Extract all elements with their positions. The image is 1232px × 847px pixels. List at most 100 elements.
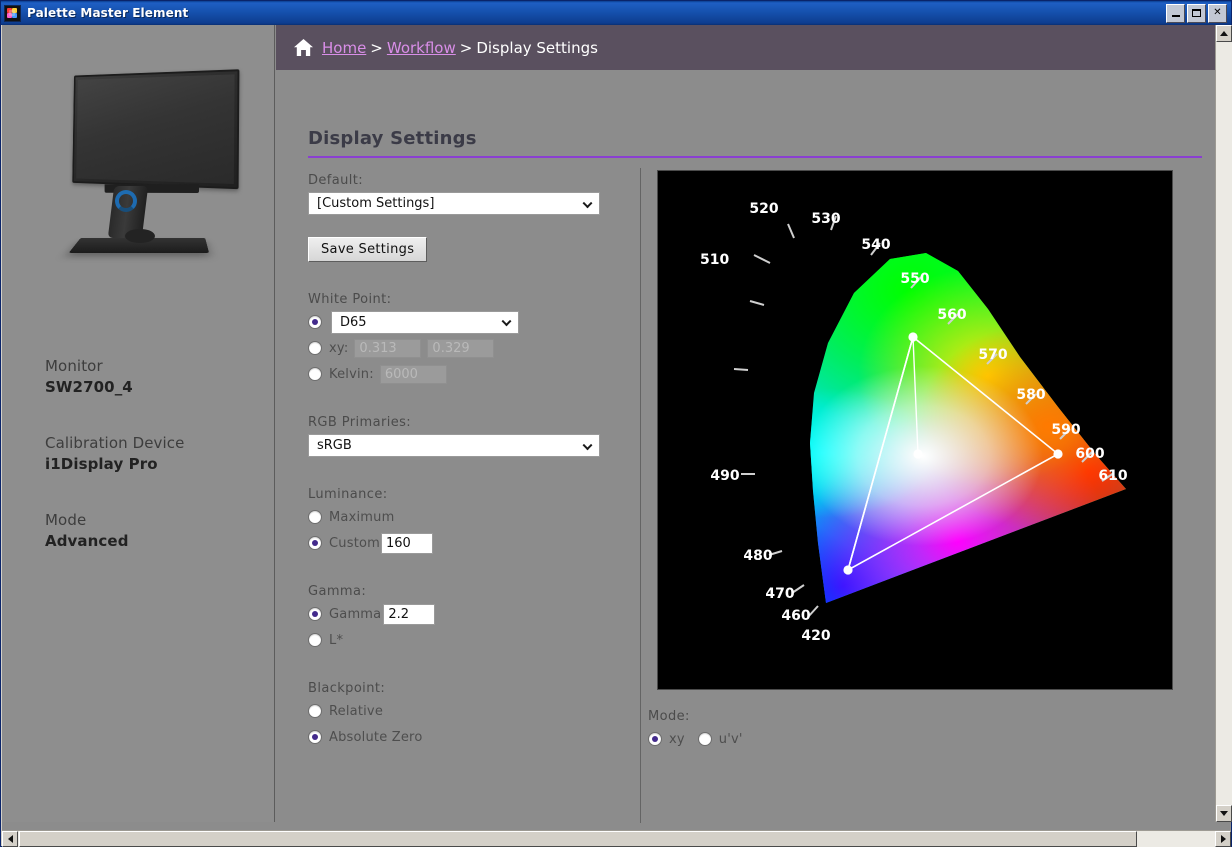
white-point-xy-radio[interactable] bbox=[308, 341, 322, 355]
sidebar-info-mode: Mode Advanced bbox=[45, 510, 129, 552]
cie-mode-xy-label: xy bbox=[669, 731, 685, 747]
luminance-custom-radio[interactable] bbox=[308, 536, 322, 550]
breadcrumb-current: Display Settings bbox=[476, 38, 598, 57]
gamma-radio[interactable] bbox=[308, 607, 322, 621]
rgb-primaries-value: sRGB bbox=[317, 438, 352, 453]
close-button[interactable]: ✕ bbox=[1208, 3, 1227, 23]
window-title: Palette Master Element bbox=[27, 6, 189, 20]
page-title: Display Settings bbox=[308, 128, 477, 149]
save-settings-button[interactable]: Save Settings bbox=[308, 237, 428, 262]
wavelength-label: 550 bbox=[900, 271, 929, 287]
luminance-custom-input[interactable]: 160 bbox=[381, 532, 434, 554]
cie-mode-label: Mode: bbox=[648, 709, 690, 724]
scroll-left-button[interactable] bbox=[2, 831, 18, 847]
blackpoint-label: Blackpoint: bbox=[308, 681, 386, 696]
wavelength-label: 570 bbox=[978, 347, 1007, 363]
white-point-marker bbox=[913, 449, 923, 459]
chevron-down-icon bbox=[582, 197, 593, 208]
wavelength-label: 490 bbox=[710, 468, 739, 484]
breadcrumb-link-home[interactable]: Home bbox=[322, 39, 366, 57]
white-point-label: White Point: bbox=[308, 292, 392, 307]
gamma-lstar-label: L* bbox=[329, 632, 344, 648]
luminance-custom-label: Custom bbox=[329, 535, 381, 551]
rgb-primaries-label: RGB Primaries: bbox=[308, 415, 412, 430]
chevron-down-icon bbox=[501, 316, 512, 327]
wavelength-label: 480 bbox=[743, 548, 772, 564]
gamma-input[interactable]: 2.2 bbox=[383, 603, 436, 625]
vertical-scrollbar[interactable] bbox=[1215, 25, 1232, 822]
wavelength-label: 560 bbox=[937, 307, 966, 323]
cie-mode-xy-row: xy bbox=[648, 728, 685, 750]
sidebar-info-label: Monitor bbox=[45, 357, 103, 375]
content-panel: Home > Workflow > Display Settings Displ… bbox=[276, 25, 1216, 823]
white-point-kelvin-row: Kelvin: 6000 bbox=[308, 363, 608, 385]
scroll-up-button[interactable] bbox=[1216, 25, 1232, 42]
horizontal-scrollbar[interactable] bbox=[2, 830, 1231, 847]
white-point-preset-row: D65 bbox=[308, 310, 608, 334]
gamma-option-label: Gamma bbox=[329, 606, 382, 622]
gamma-lstar-radio[interactable] bbox=[308, 633, 322, 647]
blackpoint-relative-row: Relative bbox=[308, 700, 608, 722]
scroll-down-button[interactable] bbox=[1216, 805, 1232, 822]
minimize-button[interactable] bbox=[1166, 3, 1185, 23]
breadcrumb-separator: > bbox=[459, 38, 473, 57]
luminance-maximum-label: Maximum bbox=[329, 509, 395, 525]
scroll-right-button[interactable] bbox=[1215, 831, 1231, 847]
wavelength-label: 510 bbox=[700, 252, 729, 268]
white-point-y-input[interactable]: 0.329 bbox=[427, 338, 495, 358]
default-select[interactable]: [Custom Settings] bbox=[308, 192, 600, 215]
wavelength-label: 520 bbox=[749, 201, 778, 217]
blackpoint-absolute-row: Absolute Zero bbox=[308, 726, 608, 748]
gamma-label: Gamma: bbox=[308, 584, 367, 599]
cie-mode-uv-label: u'v' bbox=[718, 731, 743, 747]
sidebar: Monitor SW2700_4 Calibration Device i1Di… bbox=[2, 25, 275, 822]
blackpoint-absolute-radio[interactable] bbox=[308, 730, 322, 744]
default-select-value: [Custom Settings] bbox=[317, 196, 435, 211]
maximize-button[interactable] bbox=[1187, 3, 1206, 23]
wavelength-label: 420 bbox=[801, 628, 830, 644]
settings-form: Default: [Custom Settings] Save Settings… bbox=[308, 173, 608, 748]
sidebar-info-value: Advanced bbox=[45, 532, 129, 550]
sidebar-info-monitor: Monitor SW2700_4 bbox=[45, 356, 133, 398]
sidebar-info-label: Calibration Device bbox=[45, 434, 185, 452]
cie-mode-xy-radio[interactable] bbox=[648, 732, 662, 746]
blackpoint-absolute-label: Absolute Zero bbox=[329, 729, 423, 745]
chevron-down-icon bbox=[582, 439, 593, 450]
application-window: Palette Master Element ✕ Monitor SW2700_… bbox=[0, 0, 1232, 847]
breadcrumb-link-workflow[interactable]: Workflow bbox=[387, 39, 456, 57]
gamma-value-row: Gamma 2.2 bbox=[308, 603, 608, 625]
wavelength-label: 580 bbox=[1016, 387, 1045, 403]
white-point-preset-select[interactable]: D65 bbox=[331, 310, 519, 334]
wavelength-label: 590 bbox=[1051, 422, 1080, 438]
wavelength-label: 530 bbox=[811, 211, 840, 227]
sidebar-info-calibration-device: Calibration Device i1Display Pro bbox=[45, 433, 184, 475]
white-point-kelvin-radio[interactable] bbox=[308, 367, 322, 381]
white-point-kelvin-input[interactable]: 6000 bbox=[379, 364, 447, 384]
client-area: Monitor SW2700_4 Calibration Device i1Di… bbox=[2, 25, 1232, 847]
luminance-label: Luminance: bbox=[308, 487, 388, 502]
white-point-xy-row: xy: 0.313 0.329 bbox=[308, 337, 608, 359]
monitor-illustration bbox=[25, 63, 261, 273]
white-point-x-input[interactable]: 0.313 bbox=[354, 338, 422, 358]
luminance-maximum-row: Maximum bbox=[308, 506, 608, 528]
cie-mode-block: Mode: xy u'v' bbox=[648, 709, 743, 750]
white-point-kelvin-label: Kelvin: bbox=[329, 366, 374, 382]
wavelength-label: 600 bbox=[1075, 446, 1104, 462]
home-icon[interactable] bbox=[293, 38, 314, 57]
white-point-preset-radio[interactable] bbox=[308, 315, 322, 329]
sidebar-info-value: i1Display Pro bbox=[45, 455, 158, 473]
title-bar: Palette Master Element ✕ bbox=[1, 1, 1231, 25]
app-palette-icon bbox=[4, 4, 21, 22]
cie-mode-uv-radio[interactable] bbox=[697, 732, 712, 746]
blackpoint-relative-radio[interactable] bbox=[308, 704, 322, 718]
horizontal-scroll-thumb[interactable] bbox=[19, 831, 1137, 847]
chromaticity-diagram: 510 520 530 540 550 560 570 580 590 600 … bbox=[657, 170, 1173, 690]
blackpoint-relative-label: Relative bbox=[329, 703, 384, 719]
sidebar-info-label: Mode bbox=[45, 511, 87, 529]
wavelength-label: 460 bbox=[781, 608, 810, 624]
rgb-primaries-select[interactable]: sRGB bbox=[308, 434, 600, 457]
wavelength-label: 470 bbox=[765, 586, 794, 602]
gamma-lstar-row: L* bbox=[308, 629, 608, 651]
luminance-custom-row: Custom 160 bbox=[308, 532, 608, 554]
luminance-maximum-radio[interactable] bbox=[308, 510, 322, 524]
